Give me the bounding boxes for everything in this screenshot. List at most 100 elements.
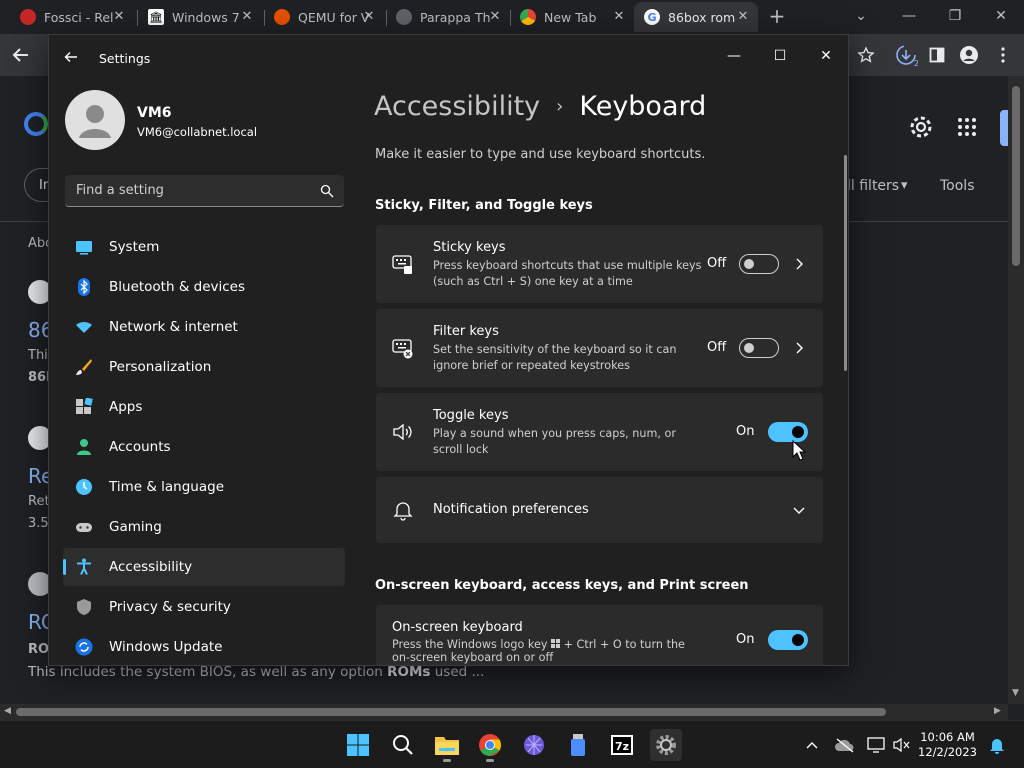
sidebar-item-apps[interactable]: Apps [63,388,345,426]
sidebar-item-personalization[interactable]: Personalization [63,348,345,386]
result-snippet: 3.5 [28,516,49,531]
browser-tab[interactable]: Parappa Th ✕ [386,2,510,32]
sidebar-item-label: Accessibility [109,559,193,575]
chrome-favicon-icon [520,9,536,25]
card-title: Filter keys [433,324,499,339]
volume-muted-icon[interactable] [888,729,916,761]
close-tab-icon[interactable]: ✕ [112,10,126,24]
sidebar-item-privacy[interactable]: Privacy & security [63,588,345,626]
tab-title: New Tab [544,9,597,25]
browser-tab-strip: Fossci - Rel ✕ 🏛 Windows 7 ✕ QEMU for V … [0,0,1024,34]
sidebar-item-gaming[interactable]: Gaming [63,508,345,546]
sidebar-item-label: Windows Update [109,639,223,655]
close-tab-icon[interactable]: ✕ [612,10,626,24]
scroll-right-arrow-icon[interactable]: ▶ [994,706,1001,716]
browser-tab[interactable]: QEMU for V ✕ [264,2,384,32]
close-tab-icon[interactable]: ✕ [736,10,750,24]
avatar[interactable] [65,90,125,150]
settings-gear-icon[interactable] [650,729,682,761]
settings-gear-icon[interactable] [908,114,936,142]
find-setting-search[interactable] [65,175,344,207]
scroll-down-arrow-icon[interactable]: ▼ [1012,688,1019,698]
network-display-icon[interactable] [862,729,890,761]
tab-title: 86box rom [668,9,736,25]
chrome-icon[interactable] [474,729,506,762]
sidebar-item-windows-update[interactable]: Windows Update [63,628,345,665]
back-arrow-icon[interactable] [8,42,34,68]
settings-scrollbar[interactable] [844,155,847,371]
chevron-down-icon[interactable] [792,503,806,517]
start-windows-icon[interactable] [342,729,374,761]
restore-icon[interactable]: ❐ [932,4,978,30]
google-apps-icon[interactable] [957,117,977,137]
downloads-icon[interactable]: 2 [893,42,919,68]
clock-date: 12/2/2023 [918,745,977,759]
network-app-icon[interactable] [518,729,550,761]
search-input[interactable] [65,175,315,205]
profile-icon[interactable] [956,42,982,68]
tab-search-chevron-icon[interactable]: ⌄ [838,4,884,30]
institution-favicon-icon: 🏛 [148,9,164,25]
show-hidden-icons-chevron-icon[interactable] [798,729,826,761]
close-icon[interactable]: ✕ [803,41,848,71]
minimize-icon[interactable]: — [886,4,932,30]
page-horizontal-scrollbar[interactable]: ◀ ▶ [0,704,1008,720]
notification-preferences-card[interactable]: Notification preferences [376,477,823,543]
chevron-right-icon[interactable] [792,341,806,355]
sidebar-item-label: Gaming [109,519,162,535]
sidebar-item-label: System [109,239,160,255]
all-filters-label[interactable]: ll filters [847,178,899,194]
browser-tab[interactable]: New Tab ✕ [510,2,634,32]
snippet-part: This includes the system BIOS, as well a… [28,664,388,680]
browser-tab-active[interactable]: G 86box rom ✕ [634,2,758,32]
scroll-left-arrow-icon[interactable]: ◀ [4,706,11,716]
sidebar-item-system[interactable]: System [63,228,345,266]
toggle-keys-toggle[interactable] [768,422,808,442]
filter-keys-card[interactable]: Filter keys Set the sensitivity of the k… [376,309,823,387]
search-icon[interactable] [320,184,334,198]
sidebar-item-network[interactable]: Network & internet [63,308,345,346]
maximize-icon[interactable]: ☐ [757,41,803,71]
sidebar-item-bluetooth[interactable]: Bluetooth & devices [63,268,345,306]
notification-bell-icon[interactable] [984,729,1010,761]
new-tab-button[interactable]: + [766,6,788,28]
toggle-keys-card[interactable]: Toggle keys Play a sound when you press … [376,393,823,471]
scrollbar-thumb[interactable] [1012,86,1020,266]
cloud-offline-icon[interactable] [830,729,860,761]
back-arrow-icon[interactable] [63,49,83,69]
side-panel-icon[interactable] [924,42,950,68]
on-screen-keyboard-card[interactable]: On-screen keyboard Press the Windows log… [376,605,823,665]
page-vertical-scrollbar[interactable]: ▼ [1008,76,1024,704]
bookmark-star-icon[interactable] [853,42,879,68]
close-window-icon[interactable]: ✕ [978,4,1024,30]
sign-in-button-edge[interactable] [1000,110,1008,146]
sidebar-item-accounts[interactable]: Accounts [63,428,345,466]
sidebar-item-label: Personalization [109,359,212,375]
close-tab-icon[interactable]: ✕ [240,10,254,24]
window-title: Settings [99,51,151,66]
on-screen-keyboard-toggle[interactable] [768,630,808,650]
close-tab-icon[interactable]: ✕ [488,10,502,24]
sidebar-item-accessibility[interactable]: Accessibility [63,548,345,586]
browser-tab[interactable]: 🏛 Windows 7 ✕ [138,2,262,32]
sticky-keys-card[interactable]: Sticky keys Press keyboard shortcuts tha… [376,225,823,303]
scrollbar-thumb[interactable] [16,708,886,716]
chrome-menu-icon[interactable] [990,42,1016,68]
file-explorer-icon[interactable] [431,729,463,762]
filter-keys-toggle[interactable] [739,338,779,358]
browser-tab[interactable]: Fossci - Rel ✕ [10,2,134,32]
clock-time: 10:06 AM [920,730,975,744]
usb-drive-icon[interactable] [562,729,594,761]
sticky-keys-toggle[interactable] [739,254,779,274]
search-icon[interactable] [387,729,419,761]
chevron-right-icon[interactable] [792,257,806,271]
close-tab-icon[interactable]: ✕ [362,10,376,24]
minimize-icon[interactable]: — [711,41,757,71]
breadcrumb-parent-link[interactable]: Accessibility [374,91,540,122]
gamepad-icon [75,518,93,536]
sidebar-item-time-language[interactable]: Time & language [63,468,345,506]
7zip-icon[interactable]: 7z [606,729,638,761]
tools-button[interactable]: Tools [940,178,975,194]
system-clock[interactable]: 10:06 AM 12/2/2023 [918,730,977,760]
downloads-badge: 2 [913,59,919,68]
